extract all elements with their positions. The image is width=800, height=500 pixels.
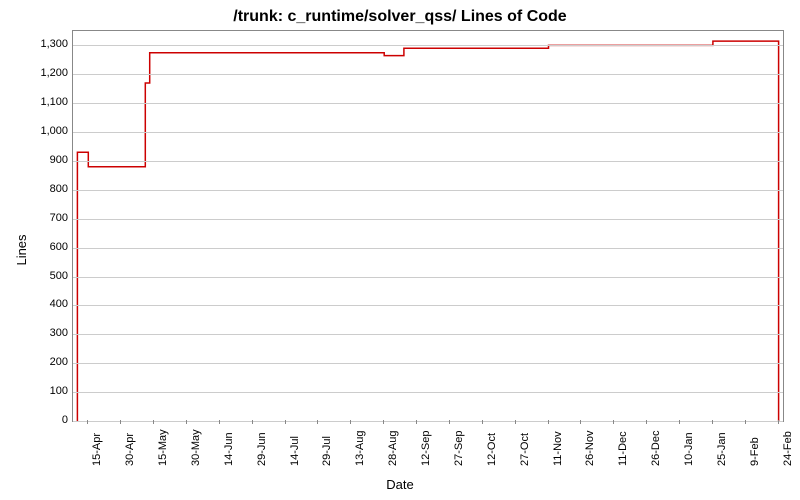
y-tick-label: 500 bbox=[18, 270, 68, 282]
x-tick-mark bbox=[383, 420, 384, 424]
y-tick-label: 700 bbox=[18, 212, 68, 224]
x-tick-mark bbox=[317, 420, 318, 424]
x-tick-label: 26-Dec bbox=[650, 431, 662, 466]
x-tick-mark bbox=[252, 420, 253, 424]
x-tick-mark bbox=[482, 420, 483, 424]
x-tick-mark bbox=[120, 420, 121, 424]
gridline bbox=[73, 363, 783, 364]
x-tick-label: 25-Jan bbox=[716, 432, 728, 466]
x-tick-mark bbox=[416, 420, 417, 424]
x-tick-mark bbox=[219, 420, 220, 424]
gridline bbox=[73, 161, 783, 162]
x-tick-label: 11-Dec bbox=[617, 431, 629, 466]
x-tick-label: 15-May bbox=[157, 429, 169, 466]
chart-container: /trunk: c_runtime/solver_qss/ Lines of C… bbox=[0, 0, 800, 500]
x-tick-mark bbox=[87, 420, 88, 424]
x-tick-label: 11-Nov bbox=[552, 431, 564, 466]
gridline bbox=[73, 103, 783, 104]
x-tick-label: 10-Jan bbox=[683, 432, 695, 466]
x-tick-label: 12-Oct bbox=[486, 433, 498, 466]
y-tick-label: 1,000 bbox=[18, 125, 68, 137]
gridline bbox=[73, 219, 783, 220]
x-tick-mark bbox=[153, 420, 154, 424]
y-tick-label: 200 bbox=[18, 356, 68, 368]
x-tick-label: 13-Aug bbox=[354, 431, 366, 466]
x-tick-mark bbox=[580, 420, 581, 424]
plot-area bbox=[72, 30, 784, 422]
chart-title: /trunk: c_runtime/solver_qss/ Lines of C… bbox=[0, 8, 800, 26]
x-tick-label: 27-Oct bbox=[519, 433, 531, 466]
gridline bbox=[73, 421, 783, 422]
gridline bbox=[73, 74, 783, 75]
gridline bbox=[73, 132, 783, 133]
gridline bbox=[73, 248, 783, 249]
x-axis-label: Date bbox=[0, 477, 800, 492]
x-tick-label: 30-Apr bbox=[124, 433, 136, 466]
y-tick-label: 1,100 bbox=[18, 96, 68, 108]
x-tick-label: 29-Jul bbox=[321, 436, 333, 466]
gridline bbox=[73, 45, 783, 46]
x-tick-label: 24-Feb bbox=[782, 431, 794, 466]
x-tick-mark bbox=[646, 420, 647, 424]
y-tick-label: 1,200 bbox=[18, 67, 68, 79]
x-tick-label: 30-May bbox=[190, 429, 202, 466]
x-tick-label: 28-Aug bbox=[387, 431, 399, 466]
x-tick-mark bbox=[712, 420, 713, 424]
gridline bbox=[73, 277, 783, 278]
x-tick-label: 27-Sep bbox=[453, 431, 465, 466]
x-tick-label: 9-Feb bbox=[749, 437, 761, 466]
x-tick-label: 14-Jul bbox=[289, 436, 301, 466]
x-tick-mark bbox=[613, 420, 614, 424]
x-tick-mark bbox=[679, 420, 680, 424]
y-tick-label: 0 bbox=[18, 414, 68, 426]
x-tick-mark bbox=[778, 420, 779, 424]
x-tick-mark bbox=[515, 420, 516, 424]
y-tick-label: 600 bbox=[18, 241, 68, 253]
x-tick-label: 29-Jun bbox=[256, 432, 268, 466]
x-tick-label: 15-Apr bbox=[91, 433, 103, 466]
x-tick-mark bbox=[285, 420, 286, 424]
x-tick-mark bbox=[548, 420, 549, 424]
x-tick-mark bbox=[350, 420, 351, 424]
x-tick-label: 12-Sep bbox=[420, 431, 432, 466]
gridline bbox=[73, 392, 783, 393]
y-tick-label: 400 bbox=[18, 298, 68, 310]
gridline bbox=[73, 334, 783, 335]
y-tick-label: 1,300 bbox=[18, 38, 68, 50]
gridline bbox=[73, 190, 783, 191]
x-tick-label: 26-Nov bbox=[584, 431, 596, 466]
y-tick-label: 300 bbox=[18, 327, 68, 339]
y-tick-label: 100 bbox=[18, 385, 68, 397]
x-tick-label: 14-Jun bbox=[223, 432, 235, 466]
y-tick-label: 800 bbox=[18, 183, 68, 195]
x-tick-mark bbox=[449, 420, 450, 424]
gridline bbox=[73, 305, 783, 306]
x-tick-mark bbox=[745, 420, 746, 424]
x-tick-mark bbox=[186, 420, 187, 424]
y-tick-label: 900 bbox=[18, 154, 68, 166]
